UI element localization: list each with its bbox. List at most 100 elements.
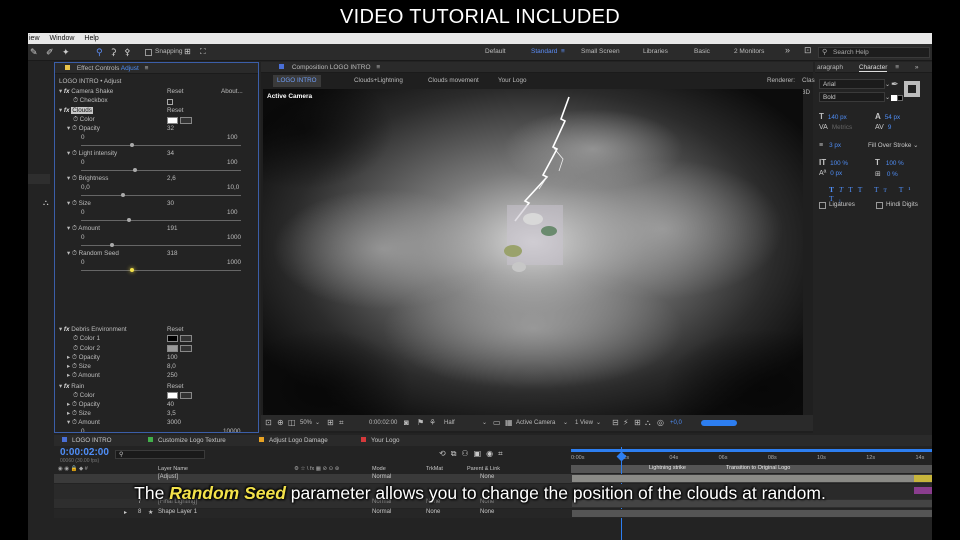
- channel-icon[interactable]: ⚘: [429, 415, 436, 431]
- exposure-value[interactable]: +0,0: [670, 415, 682, 431]
- black-swatch[interactable]: [897, 95, 903, 101]
- debris-amount-value[interactable]: 250: [167, 371, 258, 380]
- zoom-select[interactable]: 50%: [300, 415, 312, 431]
- light-intensity-slider[interactable]: [81, 168, 241, 172]
- menu-help[interactable]: Help: [83, 35, 99, 42]
- workspace-libraries[interactable]: Libraries: [643, 48, 668, 55]
- workspace-2-monitors[interactable]: 2 Monitors: [734, 48, 764, 55]
- opacity-slider[interactable]: [81, 143, 241, 147]
- col-layer-name[interactable]: Layer Name: [158, 466, 188, 472]
- workspace-menu-icon[interactable]: ≡: [561, 48, 565, 55]
- twirl-right-icon[interactable]: ▸: [124, 509, 127, 516]
- current-time[interactable]: 0:00:02:00: [369, 415, 397, 431]
- brush-tool-icon[interactable]: ✐: [46, 47, 54, 58]
- layer-8-trkmat[interactable]: None: [426, 509, 440, 515]
- twirl-down-icon[interactable]: ▾: [67, 150, 70, 157]
- light-intensity-value[interactable]: 34: [167, 149, 258, 158]
- slider-knob[interactable]: [133, 168, 138, 172]
- font-size-value[interactable]: 140 px: [828, 114, 847, 121]
- layer-row-8[interactable]: ▸ 8 ★ Shape Layer 1 Normal None None: [54, 509, 932, 518]
- tsume-value[interactable]: 0 %: [887, 171, 898, 178]
- col-mode[interactable]: Mode: [372, 466, 386, 472]
- debris-color2-swatch[interactable]: [167, 345, 178, 352]
- slider-knob[interactable]: [109, 243, 114, 247]
- timeline-tab-0[interactable]: LOGO INTRO: [62, 435, 112, 446]
- grid-icon[interactable]: ⌗: [339, 415, 344, 431]
- snapping-checkbox[interactable]: [145, 49, 152, 56]
- layer-search-input[interactable]: ⚲: [115, 450, 205, 459]
- always-preview-icon[interactable]: ⊡: [265, 415, 272, 431]
- crumb-clouds-lightning[interactable]: Clouds+Lightning: [354, 75, 403, 87]
- eyedropper-icon[interactable]: [180, 392, 192, 399]
- font-family-select[interactable]: Arial: [819, 79, 885, 89]
- effect-controls-target[interactable]: Adjust: [121, 65, 139, 72]
- debris-color1-swatch[interactable]: [167, 335, 178, 342]
- search-help-input[interactable]: ⚲ Search Help: [818, 47, 930, 58]
- panel-menu-icon[interactable]: ≡: [376, 64, 380, 71]
- opacity-value[interactable]: 32: [167, 124, 258, 133]
- composition-tab[interactable]: Composition LOGO INTRO ≡: [261, 62, 813, 73]
- twirl-down-icon[interactable]: ▾: [67, 125, 70, 132]
- timeline-icon[interactable]: ⊞: [634, 415, 641, 431]
- fx-icon[interactable]: fx: [64, 326, 70, 333]
- stopwatch-icon[interactable]: ⏱: [72, 225, 77, 232]
- crumb-your-logo[interactable]: Your Logo: [498, 75, 526, 87]
- expand-panel-icon[interactable]: »: [915, 64, 919, 71]
- timeline-switch-icons[interactable]: ⟲⧉⚇▣◉⌗: [439, 449, 508, 459]
- show-snapshot-icon[interactable]: ⚑: [417, 415, 424, 431]
- horizontal-scale-value[interactable]: 100 %: [886, 160, 904, 167]
- amount-slider[interactable]: [81, 243, 241, 247]
- eyedropper-icon[interactable]: [180, 335, 192, 342]
- marker-transition[interactable]: Transition to Original Logo: [726, 465, 790, 471]
- snapshot-icon[interactable]: ◙: [404, 415, 409, 431]
- col-trkmat[interactable]: TrkMat: [426, 466, 443, 472]
- stroke-type-select[interactable]: Fill Over Stroke ⌄: [868, 142, 918, 149]
- timeline-tab-2[interactable]: Adjust Logo Damage: [259, 435, 328, 446]
- twirl-down-icon[interactable]: ▾: [59, 88, 62, 95]
- stopwatch-icon[interactable]: ⏱: [72, 150, 77, 157]
- layer-1-mode[interactable]: Normal: [372, 474, 391, 480]
- more-workspaces-icon[interactable]: »: [785, 45, 790, 55]
- stopwatch-icon[interactable]: ⏱: [73, 97, 78, 104]
- project-row[interactable]: [28, 174, 50, 184]
- pin-tool-icon[interactable]: ✦: [62, 47, 70, 58]
- reset-exposure-icon[interactable]: ◎: [657, 415, 664, 431]
- twirl-down-icon[interactable]: ▾: [67, 250, 70, 257]
- timeline-tab-1[interactable]: Customize Logo Texture: [148, 435, 226, 446]
- kerning-value[interactable]: Metrics: [832, 124, 852, 131]
- marker-lightning-strike[interactable]: Lightning strike: [649, 465, 686, 471]
- twirl-down-icon[interactable]: ▾: [59, 326, 62, 333]
- size-value[interactable]: 30: [167, 199, 258, 208]
- timeline-tab-3[interactable]: Your Logo: [361, 435, 399, 446]
- twirl-down-icon[interactable]: ▾: [67, 225, 70, 232]
- about-camera-shake[interactable]: About...: [221, 87, 258, 96]
- search-toggle-icon[interactable]: ⊡: [804, 45, 812, 56]
- timeline-timecode[interactable]: 0:00:02:00: [60, 447, 109, 458]
- workspace-small-screen[interactable]: Small Screen: [581, 48, 620, 55]
- hindi-digits-checkbox[interactable]: [876, 202, 883, 209]
- fit-icon[interactable]: ⊞: [327, 415, 334, 431]
- rain-opacity-value[interactable]: 40: [167, 400, 258, 409]
- twirl-down-icon[interactable]: ▾: [59, 107, 62, 114]
- fast-preview-icon[interactable]: ⚡: [623, 415, 629, 431]
- region-of-interest-icon[interactable]: ▭: [493, 415, 501, 431]
- axis-view-icon[interactable]: ⚴: [124, 47, 131, 58]
- workspace-default[interactable]: Default: [485, 48, 506, 55]
- clouds-color-swatch[interactable]: [167, 117, 178, 124]
- stopwatch-icon[interactable]: ⏱: [72, 125, 77, 132]
- reset-debris-environment[interactable]: Reset: [167, 325, 258, 334]
- flowchart-icon[interactable]: ⛬: [645, 415, 651, 431]
- workspace-basic[interactable]: Basic: [694, 48, 710, 55]
- slider-knob[interactable]: [120, 193, 125, 197]
- slider-knob[interactable]: [129, 268, 134, 272]
- debris-opacity-value[interactable]: 100: [167, 353, 258, 362]
- amount-value[interactable]: 191: [167, 224, 258, 233]
- transparency-grid-icon[interactable]: ▦: [505, 415, 513, 431]
- reset-rain[interactable]: Reset: [167, 382, 258, 391]
- tracking-value[interactable]: 9: [888, 124, 892, 131]
- layer-8-bar[interactable]: [572, 510, 932, 517]
- rain-color-swatch[interactable]: [167, 392, 178, 399]
- camera-select[interactable]: Active Camera: [516, 415, 555, 431]
- random-seed-value[interactable]: 318: [167, 249, 258, 258]
- crumb-logo-intro[interactable]: LOGO INTRO: [273, 75, 321, 87]
